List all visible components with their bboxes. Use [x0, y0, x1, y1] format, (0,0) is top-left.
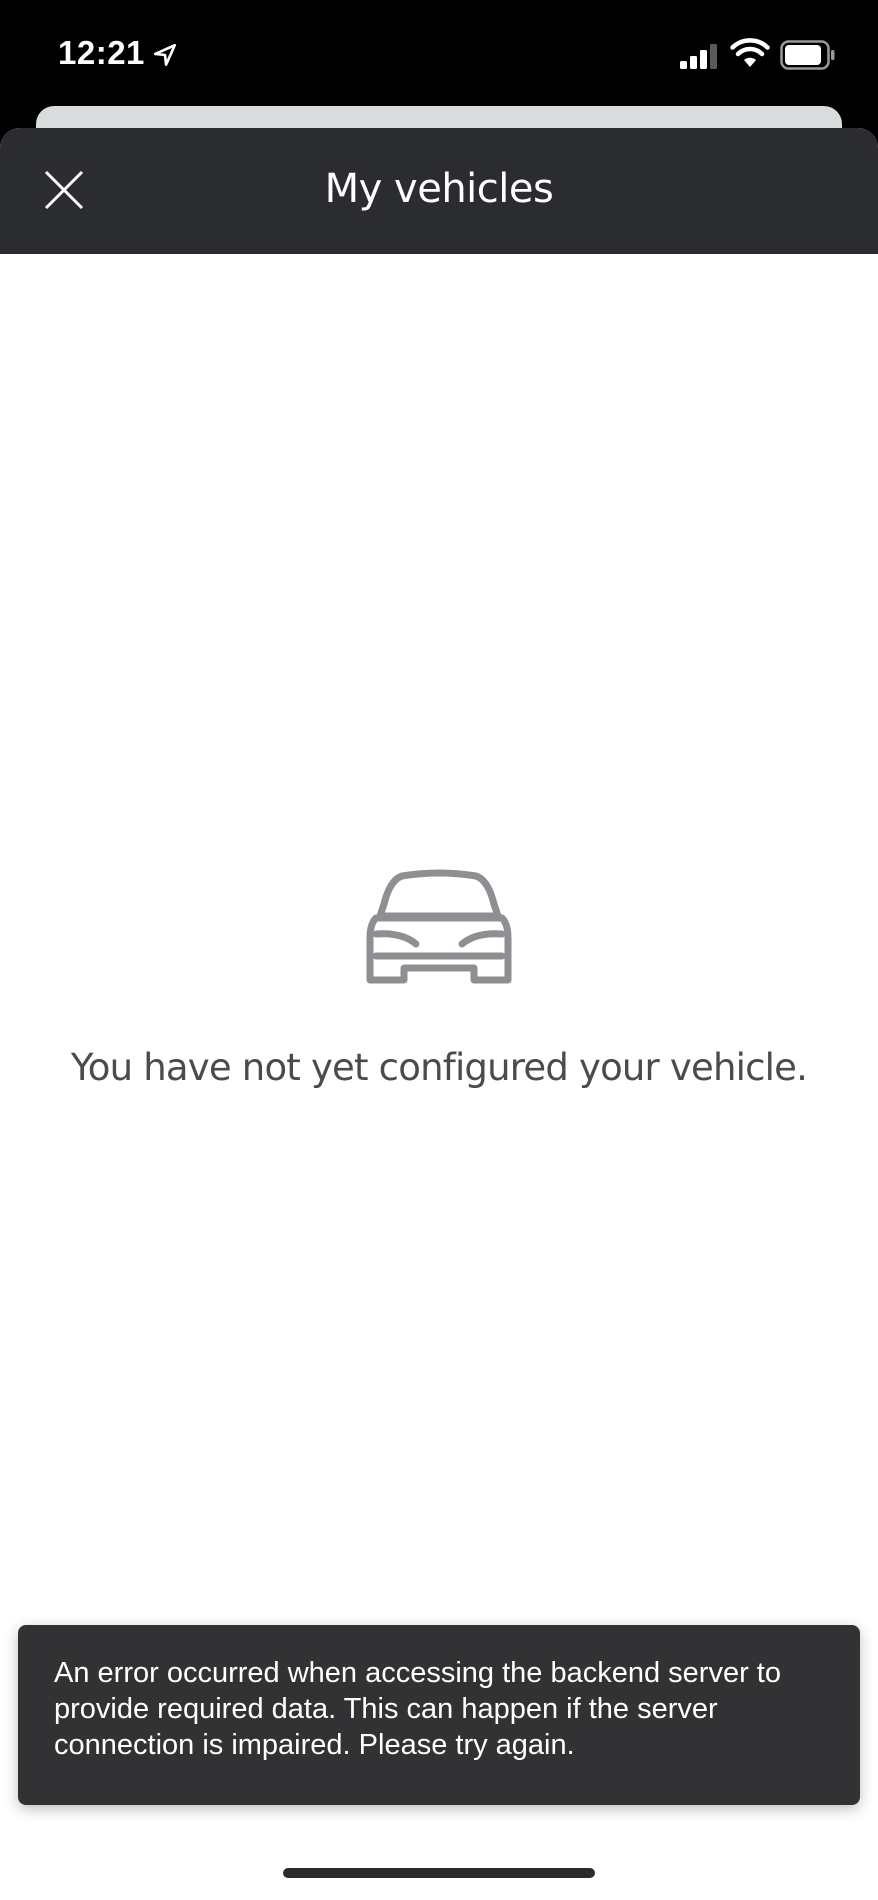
battery-icon — [780, 40, 835, 70]
error-toast: An error occurred when accessing the bac… — [18, 1625, 860, 1805]
wifi-icon — [730, 38, 770, 67]
page-title: My vehicles — [324, 166, 554, 212]
location-arrow-icon — [153, 43, 177, 67]
error-message: An error occurred when accessing the bac… — [54, 1657, 781, 1761]
signal-icon — [680, 44, 717, 69]
modal-header: My vehicles — [0, 128, 878, 254]
empty-state-message: You have not yet configured your vehicle… — [70, 1046, 808, 1089]
status-time: 12:21 — [58, 34, 145, 71]
car-icon — [366, 869, 512, 984]
status-bar: 12:21 — [0, 0, 878, 106]
home-indicator[interactable] — [283, 1868, 595, 1878]
